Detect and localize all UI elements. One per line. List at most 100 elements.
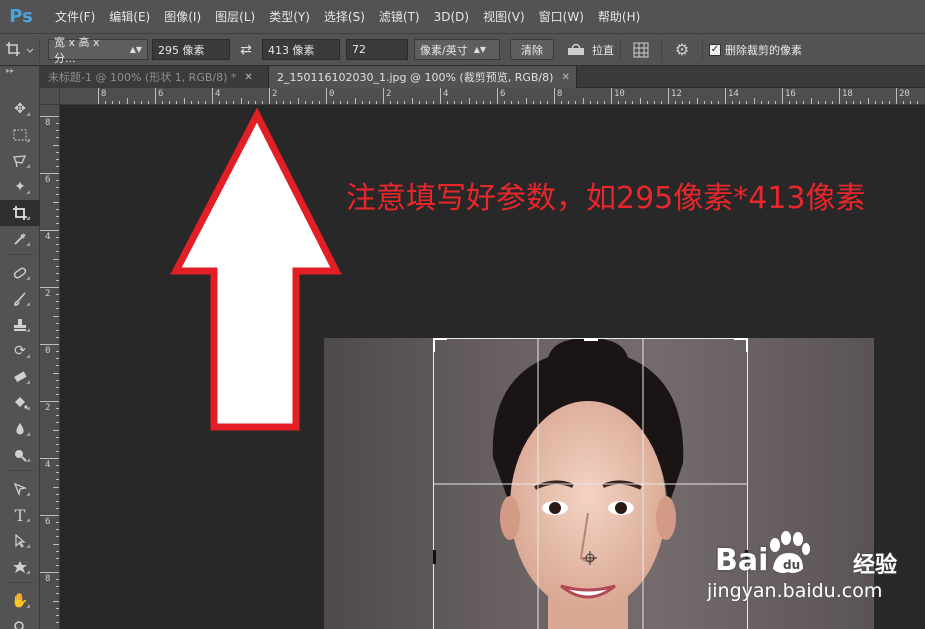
tab-untitled-1[interactable]: 未标题-1 @ 100% (形状 1, RGB/8) * ✕ [40,66,269,88]
ruler-minor-tick [56,158,59,160]
ruler-minor-tick [881,101,883,104]
ruler-minor-tick [603,101,605,104]
close-icon[interactable]: ✕ [244,72,252,83]
ruler-minor-tick [753,98,755,104]
ruler-minor-tick [56,479,59,481]
ruler-minor-tick [625,101,627,104]
menu-3d[interactable]: 3D(D) [427,0,476,34]
hand-tool-icon[interactable]: ✋ [0,588,40,614]
ruler-minor-tick [56,123,59,125]
crop-preview[interactable] [433,338,748,629]
move-tool-icon[interactable]: ✥ [0,96,40,122]
ruler-label: 8 [101,89,107,99]
ruler-minor-tick [589,101,591,104]
delete-cropped-pixels-checkbox[interactable]: ✓ 删除裁剪的像素 [709,42,802,58]
ruler-minor-tick [404,101,406,104]
ruler-minor-tick [197,101,199,104]
custom-shape-tool-icon[interactable] [0,554,40,580]
menu-edit[interactable]: 编辑(E) [102,0,157,34]
ruler-minor-tick [397,101,399,104]
menu-select[interactable]: 选择(S) [317,0,372,34]
ruler-minor-tick [56,522,59,524]
swap-dimensions-icon[interactable]: ⇄ [230,42,262,58]
resolution-unit-select[interactable]: 像素/英寸 ▲▼ [414,39,500,60]
close-icon[interactable]: ✕ [561,72,569,83]
ruler-label: 8 [45,118,51,128]
zoom-tool-icon[interactable] [0,614,40,629]
gear-icon[interactable]: ⚙ [668,40,696,59]
menu-file[interactable]: 文件(F) [48,0,102,34]
eyedropper-tool-icon[interactable] [0,226,40,252]
blur-tool-icon[interactable] [0,416,40,442]
pen-tool-icon[interactable] [0,476,40,502]
ruler-label: 4 [443,89,449,99]
straighten-control[interactable]: 拉直 [566,42,614,58]
menu-type[interactable]: 类型(Y) [262,0,317,34]
clear-button[interactable]: 清除 [510,39,554,60]
history-brush-tool-icon[interactable]: ⟳ [0,338,40,364]
ruler-minor-tick [56,529,59,531]
ruler-minor-tick [254,101,256,104]
healing-brush-tool-icon[interactable] [0,260,40,286]
ruler-label: 4 [215,89,221,99]
magic-wand-tool-icon[interactable]: ✦ [0,174,40,200]
ruler-minor-tick [56,579,59,581]
crop-width-input[interactable]: 295 像素 [152,39,230,60]
ratio-preset-value: 宽 x 高 x 分... [54,35,100,65]
path-selection-tool-icon[interactable] [0,528,40,554]
ruler-tick [40,116,59,117]
panel-grip-icon[interactable]: ▸▸ [0,66,39,78]
brush-tool-icon[interactable] [0,286,40,312]
ruler-minor-tick [126,98,128,104]
ruler-minor-tick [618,101,620,104]
marquee-tool-icon[interactable] [0,122,40,148]
menu-layer[interactable]: 图层(L) [208,0,262,34]
ruler-minor-tick [760,101,762,104]
vertical-ruler[interactable]: 8 6 4 2 0 2 4 6 8 [40,105,60,629]
ruler-tick [725,88,726,104]
menu-view[interactable]: 视图(V) [476,0,532,34]
ruler-label: 2 [45,289,51,299]
menu-help[interactable]: 帮助(H) [591,0,647,34]
eraser-tool-icon[interactable] [0,364,40,390]
ruler-minor-tick [56,194,59,196]
ruler-minor-tick [56,593,59,595]
tab-photo-jpg[interactable]: 2_150116102030_1.jpg @ 100% (裁剪预览, RGB/8… [269,66,577,88]
ruler-minor-tick [261,101,263,104]
menu-image[interactable]: 图像(I) [157,0,208,34]
ruler-label: 0 [45,346,51,356]
ruler-minor-tick [304,101,306,104]
ruler-minor-tick [147,101,149,104]
ruler-minor-tick [56,408,59,410]
overlay-grid-icon[interactable] [627,42,655,58]
ruler-minor-tick [525,98,527,104]
ruler-minor-tick [56,279,59,281]
document-canvas[interactable]: 注意填写好参数，如295像素*413像素 du Bai 经验 jingyan.b… [60,105,925,629]
ruler-minor-tick [817,101,819,104]
clone-stamp-tool-icon[interactable] [0,312,40,338]
menu-filter[interactable]: 滤镜(T) [372,0,427,34]
type-tool-icon[interactable]: T [0,502,40,528]
lasso-tool-icon[interactable] [0,148,40,174]
ruler-minor-tick [219,101,221,104]
crop-tool-preset-icon[interactable] [0,37,40,62]
ruler-label: 6 [45,175,51,185]
horizontal-ruler[interactable]: 8 6 4 2 0 2 4 6 8 10 12 14 16 18 20 [60,88,925,105]
crop-height-input[interactable]: 413 像素 [262,39,340,60]
ruler-minor-tick [682,101,684,104]
ruler-minor-tick [746,101,748,104]
ruler-minor-tick [739,101,741,104]
dodge-tool-icon[interactable] [0,442,40,468]
paint-bucket-tool-icon[interactable] [0,390,40,416]
ruler-minor-tick [56,208,59,210]
ruler-minor-tick [454,101,456,104]
ruler-origin[interactable] [40,88,60,105]
ruler-minor-tick [888,101,890,104]
ruler-minor-tick [767,101,769,104]
resolution-input[interactable]: 72 [346,39,408,60]
ruler-label: 6 [45,517,51,527]
tools-panel: ▸▸ ✥ ✦ ⟳ T ✋ [0,66,40,629]
crop-tool-icon[interactable] [0,200,40,226]
ratio-preset-select[interactable]: 宽 x 高 x 分... ▲▼ [48,36,148,65]
menu-window[interactable]: 窗口(W) [532,0,591,34]
